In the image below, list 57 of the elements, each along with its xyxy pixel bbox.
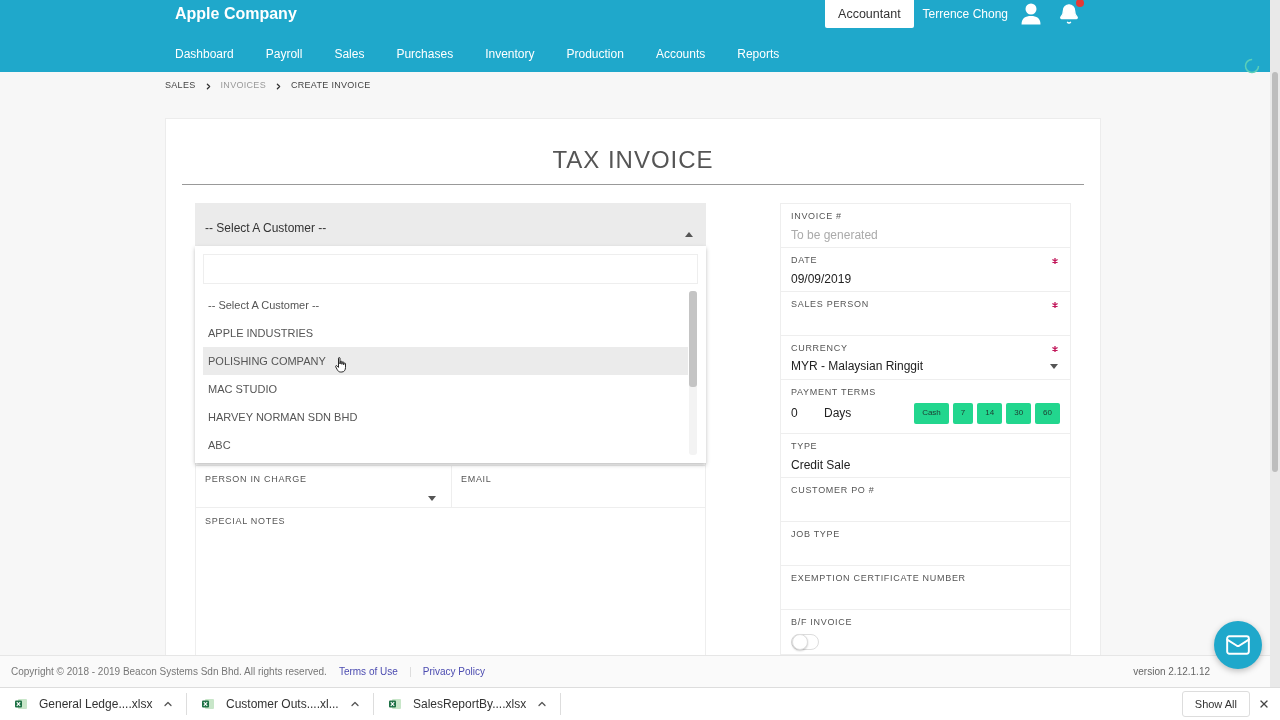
spreadsheet-file-icon — [389, 698, 401, 710]
spinner-icon — [1244, 58, 1260, 74]
caret-icon — [685, 232, 693, 237]
download-item[interactable]: General Ledge....xlsx — [0, 690, 186, 718]
customer-select[interactable]: -- Select A Customer -- — [195, 203, 706, 246]
company-name: Apple Company — [175, 4, 297, 24]
hand-cursor-icon — [335, 357, 347, 373]
toggle-switch[interactable] — [791, 634, 819, 650]
field-label: PERSON IN CHARGE — [205, 473, 308, 486]
caret-icon — [1050, 363, 1058, 369]
term-preset-button[interactable]: 60 — [1035, 402, 1060, 424]
scrollbar-thumb[interactable] — [689, 291, 697, 387]
breadcrumb-link[interactable]: CREATE INVOICE — [290, 79, 371, 93]
copyright-text: Copyright © 2018 - 2019 Beacon Systems Sdn Bhd. All rights reserved. — [11, 665, 327, 679]
text-field[interactable]: To be generated — [791, 226, 1060, 244]
field-label: TYPE — [791, 439, 818, 453]
field-label: PAYMENT TERMS — [791, 385, 876, 399]
customer-option[interactable]: POLISHING COMPANY — [203, 347, 688, 375]
notification-bell-icon[interactable] — [1058, 3, 1080, 25]
download-item[interactable]: SalesReportBy....xlsx — [374, 690, 560, 718]
user-icon[interactable] — [1021, 3, 1041, 25]
mail-icon — [1225, 632, 1251, 658]
field-label: CUSTOMER PO # — [791, 483, 875, 497]
scrollbar-thumb[interactable] — [1272, 72, 1278, 472]
breadcrumb-link[interactable]: SALES — [165, 79, 196, 93]
footer-link[interactable]: Privacy Policy — [422, 664, 486, 679]
text-field[interactable]: Credit Sale — [791, 456, 1060, 474]
field-label: INVOICE # — [791, 209, 842, 223]
download-item[interactable]: Customer Outs....xl... — [187, 690, 373, 718]
days-field[interactable]: 0 — [791, 404, 821, 422]
caret-icon — [428, 496, 436, 501]
field-label: EXEMPTION CERTIFICATE NUMBER — [791, 571, 966, 585]
page-scrollbar[interactable] — [1270, 0, 1280, 687]
field-label: SPECIAL NOTES — [205, 515, 287, 528]
spreadsheet-file-icon — [15, 698, 27, 710]
field-label: SALES PERSON — [791, 297, 869, 311]
field-label: CURRENCY — [791, 341, 848, 355]
show-all-button[interactable]: Show All — [1181, 691, 1250, 717]
select-field[interactable]: MYR - Malaysian Ringgit — [791, 357, 1060, 375]
text-field[interactable]: 09/09/2019 — [791, 270, 1060, 288]
page-title: TAX INVOICE — [552, 145, 714, 175]
spreadsheet-file-icon — [202, 698, 214, 710]
term-preset-button[interactable]: Cash — [914, 402, 949, 424]
term-preset-button[interactable]: 14 — [977, 402, 1003, 424]
field-label: DATE — [791, 253, 818, 267]
term-preset-button[interactable]: 7 — [952, 402, 974, 424]
chat-button[interactable] — [1214, 621, 1262, 669]
days-unit: Days — [824, 405, 852, 422]
field-label: JOB TYPE — [791, 527, 840, 541]
version-text: version 2.12.1.12 — [1133, 665, 1210, 679]
role-button[interactable]: Accountant — [825, 0, 914, 28]
dropdown-scrollbar[interactable] — [689, 291, 697, 455]
close-icon[interactable] — [1258, 698, 1270, 710]
field-label: B/F INVOICE — [791, 615, 853, 629]
field-label: EMAIL — [461, 473, 493, 486]
term-preset-button[interactable]: 30 — [1006, 402, 1032, 424]
footer-link[interactable]: Terms of Use — [338, 664, 398, 679]
